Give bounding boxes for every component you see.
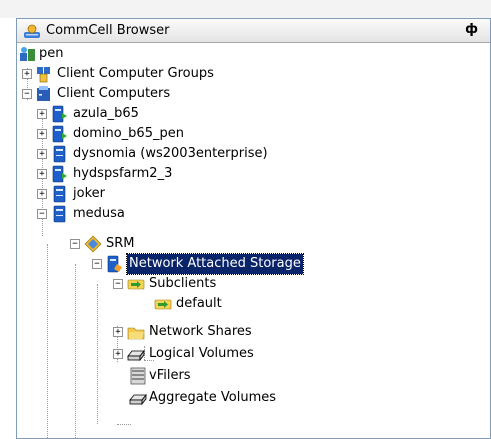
pin-icon[interactable]: ф	[465, 22, 478, 37]
tree-label: dysnomia (ws2003enterprise)	[73, 146, 268, 161]
collapse-toggle[interactable]: −	[22, 89, 32, 99]
tree-node-client[interactable]: + hydspsfarm2_3	[17, 164, 317, 184]
tree-label: default	[176, 296, 222, 311]
expand-toggle[interactable]: +	[113, 327, 123, 337]
tree-node-client[interactable]: + dysnomia (ws2003enterprise)	[17, 144, 357, 164]
panel-titlebar: CommCell Browser ф	[17, 19, 490, 43]
tree-node-vfilers[interactable]: vFilers	[17, 366, 317, 386]
client-group-icon	[37, 67, 50, 83]
subclient-arrow-icon	[154, 299, 172, 310]
expand-toggle[interactable]: +	[37, 189, 47, 199]
expand-toggle[interactable]: +	[37, 129, 47, 139]
client-icon	[53, 185, 66, 203]
collapse-toggle[interactable]: −	[113, 279, 123, 289]
top-strip	[0, 0, 491, 18]
collapse-toggle[interactable]: −	[92, 259, 102, 269]
tree-node-network-shares[interactable]: + Network Shares	[17, 322, 317, 342]
tree-label: pen	[39, 46, 64, 61]
tree-node-default-subclient[interactable]: default	[17, 294, 317, 314]
srm-diamond-icon	[84, 235, 102, 253]
tree-node-client-computers[interactable]: − Client Computers	[17, 84, 317, 104]
tree-label: Subclients	[149, 276, 217, 291]
logical-volume-disk-icon	[129, 393, 147, 406]
tree-node-pen[interactable]: pen	[17, 44, 217, 64]
commcell-tree[interactable]: pen + Client Computer Groups − Client Co…	[17, 44, 490, 438]
tree-node-aggregate-volumes[interactable]: Aggregate Volumes	[17, 388, 317, 408]
tree-node-client[interactable]: − medusa	[17, 204, 317, 224]
commcell-root-icon	[20, 47, 35, 61]
client-online-icon	[52, 105, 67, 123]
tree-label: Client Computers	[57, 86, 171, 101]
subclient-arrow-icon	[127, 279, 145, 290]
expand-toggle[interactable]: +	[37, 169, 47, 179]
network-share-folder-icon	[127, 327, 145, 340]
application-frame: CommCell Browser ф pen + Client Computer…	[0, 0, 491, 439]
tree-node-client-computer-groups[interactable]: + Client Computer Groups	[17, 64, 317, 84]
tree-label: Aggregate Volumes	[149, 390, 277, 405]
tree-label: azula_b65	[73, 106, 139, 121]
tree-node-client[interactable]: + domino_b65_pen	[17, 124, 317, 144]
tree-node-network-attached-storage[interactable]: − Network Attached Storage	[17, 253, 437, 275]
expand-toggle[interactable]: +	[37, 149, 47, 159]
expand-toggle[interactable]: +	[22, 69, 32, 79]
tree-label: joker	[73, 186, 105, 201]
tree-line	[117, 424, 131, 425]
client-online-icon	[52, 165, 67, 183]
tree-label: domino_b65_pen	[73, 126, 184, 141]
client-online-icon	[52, 125, 67, 143]
tree-node-logical-volumes[interactable]: + Logical Volumes	[17, 344, 317, 364]
expand-toggle[interactable]: +	[37, 109, 47, 119]
tree-label-selected: Network Attached Storage	[126, 253, 304, 275]
vfiler-server-icon	[130, 367, 146, 385]
commcell-browser-panel: CommCell Browser ф pen + Client Computer…	[16, 18, 491, 439]
tree-label: Client Computer Groups	[57, 66, 214, 81]
collapse-toggle[interactable]: −	[37, 209, 47, 219]
collapse-toggle[interactable]: −	[70, 239, 80, 249]
logical-volume-disk-icon	[127, 349, 145, 362]
tree-label: hydspsfarm2_3	[73, 166, 173, 181]
client-icon	[53, 205, 66, 223]
tree-node-client[interactable]: + joker	[17, 184, 317, 204]
tree-node-subclients[interactable]: − Subclients	[17, 274, 317, 294]
nas-server-icon	[107, 255, 122, 273]
tree-label: Network Shares	[149, 324, 252, 339]
panel-title: CommCell Browser	[46, 23, 170, 38]
client-icon	[53, 145, 66, 163]
tree-node-client[interactable]: + azula_b65	[17, 104, 317, 124]
tree-node-srm[interactable]: − SRM	[17, 234, 317, 254]
tree-label: SRM	[106, 236, 135, 251]
tree-label: medusa	[73, 206, 125, 221]
commcell-browser-icon	[24, 24, 40, 38]
tree-label: vFilers	[149, 368, 191, 383]
tree-label: Logical Volumes	[149, 346, 254, 361]
client-computers-icon	[37, 86, 50, 101]
expand-toggle[interactable]: +	[113, 349, 123, 359]
